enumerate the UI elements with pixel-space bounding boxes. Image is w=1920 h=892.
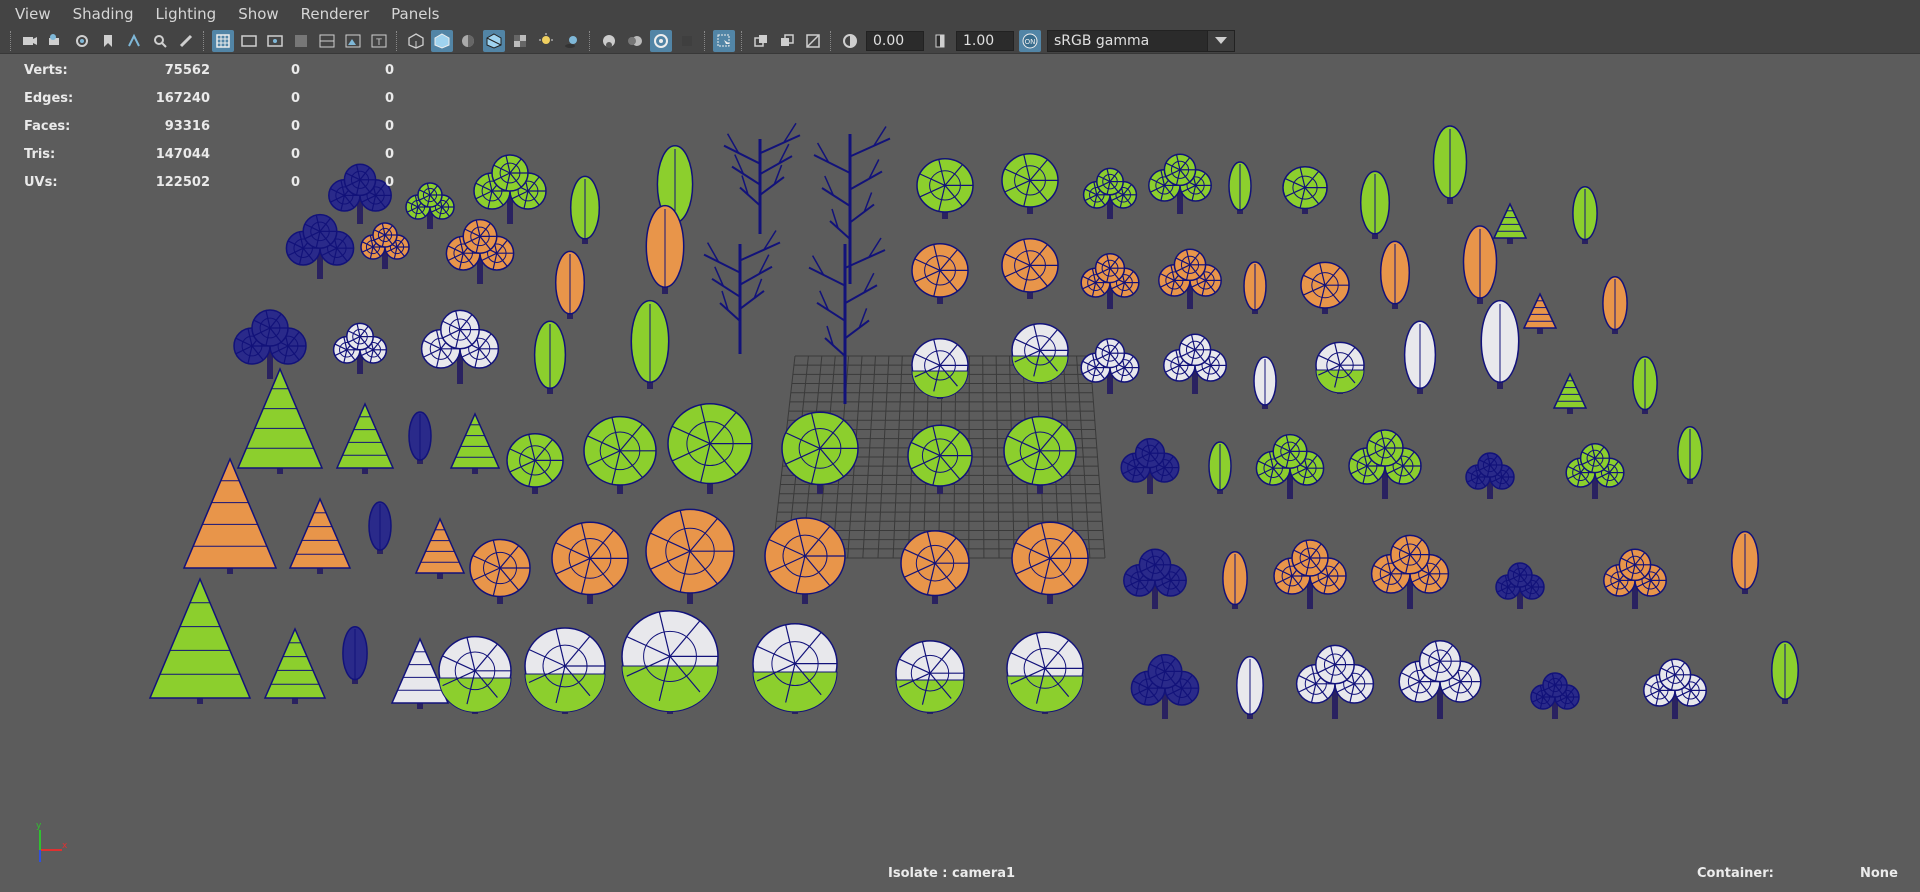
hud-row-verts: Verts: 75562 0 0 bbox=[24, 56, 394, 84]
hud-value: 167240 bbox=[155, 90, 210, 106]
field-chart-icon[interactable] bbox=[316, 30, 338, 52]
hud-value: 0 bbox=[384, 146, 394, 162]
hud-value: 0 bbox=[290, 174, 300, 190]
container-value: None bbox=[1860, 866, 1898, 881]
shadows-icon[interactable] bbox=[561, 30, 583, 52]
use-all-lights-icon[interactable] bbox=[535, 30, 557, 52]
hud-label: Edges: bbox=[24, 90, 74, 106]
tree-model[interactable] bbox=[752, 622, 838, 714]
xray-icon[interactable] bbox=[509, 30, 531, 52]
svg-text:ON: ON bbox=[1025, 38, 1036, 46]
axis-label-y: y bbox=[36, 821, 42, 831]
toolbar-separator bbox=[704, 30, 707, 51]
hud-row-uvs: UVs: 122502 0 0 bbox=[24, 168, 394, 196]
exposure-input[interactable]: 0.00 bbox=[866, 30, 924, 51]
default-material-icon[interactable] bbox=[457, 30, 479, 52]
axis-label-x: x bbox=[62, 841, 68, 851]
xray-active-components-icon[interactable] bbox=[776, 30, 798, 52]
poly-count-hud: Verts: 75562 0 0 Edges: 167240 0 0 Faces… bbox=[24, 56, 394, 196]
hud-value: 0 bbox=[384, 174, 394, 190]
menu-shading[interactable]: Shading bbox=[58, 5, 141, 23]
menu-lighting[interactable]: Lighting bbox=[141, 5, 224, 23]
grease-pencil-icon[interactable] bbox=[175, 30, 197, 52]
tree-model[interactable] bbox=[1006, 631, 1084, 714]
film-gate-icon[interactable] bbox=[238, 30, 260, 52]
tree-model[interactable] bbox=[621, 610, 719, 714]
screen-space-ao-icon[interactable] bbox=[598, 30, 620, 52]
hud-value: 0 bbox=[384, 90, 394, 106]
viewport-toolbar: T 0.00 1.00 ON sRGB gamma bbox=[0, 28, 1920, 54]
hud-row-edges: Edges: 167240 0 0 bbox=[24, 84, 394, 112]
safe-title-icon[interactable]: T bbox=[368, 30, 390, 52]
toolbar-separator bbox=[396, 30, 399, 51]
toolbar-separator bbox=[741, 30, 744, 51]
tree-model[interactable] bbox=[895, 640, 965, 714]
hud-label: Faces: bbox=[24, 118, 71, 134]
toolbar-separator bbox=[10, 30, 13, 51]
menu-bar: View Shading Lighting Show Renderer Pane… bbox=[0, 0, 1920, 28]
hud-label: UVs: bbox=[24, 174, 58, 190]
hud-value: 93316 bbox=[164, 118, 210, 134]
hud-value: 0 bbox=[290, 146, 300, 162]
2d-pan-zoom-icon[interactable] bbox=[149, 30, 171, 52]
hud-row-faces: Faces: 93316 0 0 bbox=[24, 112, 394, 140]
gamma-input[interactable]: 1.00 bbox=[956, 30, 1014, 51]
toolbar-separator bbox=[203, 30, 206, 51]
bookmark-icon[interactable] bbox=[97, 30, 119, 52]
hud-value: 0 bbox=[290, 90, 300, 106]
view-transform-icon[interactable]: ON bbox=[1019, 29, 1041, 52]
isolate-select-icon[interactable] bbox=[713, 29, 735, 52]
grid-icon[interactable] bbox=[212, 29, 234, 52]
tree-model[interactable] bbox=[524, 627, 606, 714]
toolbar-separator bbox=[830, 30, 833, 51]
hud-row-tris: Tris: 147044 0 0 bbox=[24, 140, 394, 168]
hud-value: 0 bbox=[290, 62, 300, 78]
menu-panels[interactable]: Panels bbox=[376, 5, 446, 23]
toolbar-separator bbox=[589, 30, 592, 51]
image-plane-icon[interactable] bbox=[123, 30, 145, 52]
smooth-shade-icon[interactable] bbox=[431, 29, 453, 52]
container-label: Container: bbox=[1697, 866, 1774, 881]
hud-value: 147044 bbox=[155, 146, 210, 162]
hud-value: 0 bbox=[384, 62, 394, 78]
hud-value: 122502 bbox=[155, 174, 210, 190]
depth-of-field-icon[interactable] bbox=[676, 30, 698, 52]
xray-joints-icon[interactable] bbox=[750, 30, 772, 52]
tree-model[interactable] bbox=[1315, 341, 1365, 394]
tree-model[interactable] bbox=[1011, 323, 1069, 384]
gate-mask-icon[interactable] bbox=[290, 30, 312, 52]
hud-value: 0 bbox=[384, 118, 394, 134]
bookmarks-icon[interactable] bbox=[71, 30, 93, 52]
isolate-status: Isolate : camera1 bbox=[888, 866, 1016, 881]
safe-action-icon[interactable] bbox=[342, 30, 364, 52]
svg-text:T: T bbox=[375, 38, 382, 48]
exposure-icon[interactable] bbox=[839, 30, 861, 52]
camera-attributes-icon[interactable] bbox=[45, 30, 67, 52]
select-camera-icon[interactable] bbox=[19, 30, 41, 52]
colorspace-dropdown[interactable]: sRGB gamma bbox=[1047, 29, 1235, 52]
menu-show[interactable]: Show bbox=[223, 5, 285, 23]
hud-value: 0 bbox=[290, 118, 300, 134]
resolution-gate-icon[interactable] bbox=[264, 30, 286, 52]
hud-label: Tris: bbox=[24, 146, 56, 162]
backface-culling-icon[interactable] bbox=[802, 30, 824, 52]
motion-blur-icon[interactable] bbox=[624, 30, 646, 52]
menu-renderer[interactable]: Renderer bbox=[286, 5, 376, 23]
hud-value: 75562 bbox=[164, 62, 210, 78]
chevron-down-icon[interactable] bbox=[1207, 30, 1234, 51]
hud-label: Verts: bbox=[24, 62, 68, 78]
wireframe-icon[interactable] bbox=[405, 30, 427, 52]
anti-aliasing-icon[interactable] bbox=[650, 29, 672, 52]
tree-model[interactable] bbox=[438, 635, 512, 714]
gamma-icon[interactable] bbox=[929, 30, 951, 52]
wireframe-on-shaded-icon[interactable] bbox=[483, 29, 505, 52]
colorspace-label: sRGB gamma bbox=[1054, 32, 1150, 49]
tree-model[interactable] bbox=[911, 338, 969, 399]
menu-view[interactable]: View bbox=[0, 5, 58, 23]
